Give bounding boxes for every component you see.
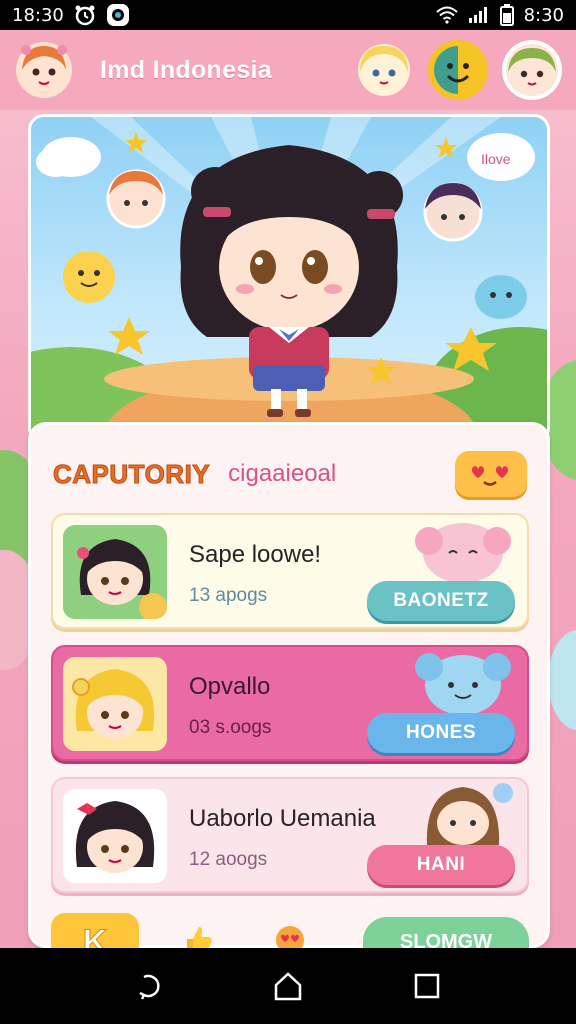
list-item-selected[interactable]: Opvallo 03 s.oogs HONES bbox=[51, 645, 529, 761]
row-thumbnail bbox=[63, 657, 167, 751]
user-avatar[interactable] bbox=[502, 40, 562, 100]
list-item[interactable]: Uaborlo Uemania 12 aoogs HANI bbox=[51, 777, 529, 893]
category-title: CAPUTORIY bbox=[52, 458, 211, 489]
row-decoration bbox=[407, 641, 517, 715]
thumbs-up-icon[interactable] bbox=[181, 923, 215, 948]
heart-eyes-icon bbox=[472, 466, 508, 486]
category-card: CAPUTORIY cigaaieoal Sape loowe! 13 apog… bbox=[28, 422, 550, 948]
category-header: CAPUTORIY cigaaieoal bbox=[52, 447, 527, 501]
row-decoration bbox=[407, 773, 517, 845]
footer-action-button[interactable]: SLOMGW bbox=[363, 917, 529, 948]
row-thumbnail bbox=[63, 789, 167, 883]
row-title: Opvallo bbox=[189, 673, 271, 700]
speech-bubble-text: Ilove bbox=[481, 151, 511, 167]
wifi-icon bbox=[435, 6, 458, 24]
battery-icon bbox=[499, 4, 514, 26]
row-thumbnail bbox=[63, 525, 167, 619]
row-action-button[interactable]: HANI bbox=[367, 845, 515, 885]
row-count: 03 s.oogs bbox=[189, 717, 272, 738]
row-title: Sape loowe! bbox=[189, 541, 322, 568]
home-icon[interactable] bbox=[258, 956, 318, 1016]
signal-icon bbox=[468, 6, 490, 24]
emoji-reaction-button[interactable] bbox=[455, 451, 527, 497]
row-action-button[interactable]: BAONETZ bbox=[367, 581, 515, 621]
emoji-status-icon[interactable] bbox=[428, 40, 488, 100]
hero-banner: Ilove bbox=[28, 114, 550, 444]
card-footer: K SLOMGW bbox=[51, 913, 529, 948]
row-action-button[interactable]: HONES bbox=[367, 713, 515, 753]
friend-avatar[interactable] bbox=[354, 40, 414, 100]
row-count: 13 apogs bbox=[189, 585, 268, 606]
profile-avatar[interactable] bbox=[14, 40, 74, 100]
app-title: Imd Indonesia bbox=[100, 55, 272, 84]
back-icon[interactable] bbox=[119, 956, 179, 1016]
row-count: 12 aoogs bbox=[189, 849, 268, 870]
category-subtitle: cigaaieoal bbox=[228, 460, 337, 487]
status-time: 18:30 bbox=[12, 4, 64, 26]
bg-cloud-right bbox=[548, 630, 576, 730]
row-title: Uaborlo Uemania bbox=[189, 805, 376, 832]
app-screen: Imd Indonesia Ilove CAPUTORIY cigaaieoal… bbox=[0, 30, 576, 948]
system-nav-bar bbox=[0, 948, 576, 1024]
recents-icon[interactable] bbox=[397, 956, 457, 1016]
list-item[interactable]: Sape loowe! 13 apogs BAONETZ bbox=[51, 513, 529, 629]
status-time-right: 8:30 bbox=[523, 4, 564, 26]
status-bar: 18:30 8:30 bbox=[0, 0, 576, 30]
k-button[interactable]: K bbox=[51, 913, 139, 948]
app-header: Imd Indonesia bbox=[0, 30, 576, 110]
alarm-icon bbox=[74, 4, 96, 26]
heart-emoji-icon[interactable] bbox=[273, 923, 307, 948]
row-decoration bbox=[407, 509, 517, 583]
app-notification-icon bbox=[106, 3, 130, 27]
